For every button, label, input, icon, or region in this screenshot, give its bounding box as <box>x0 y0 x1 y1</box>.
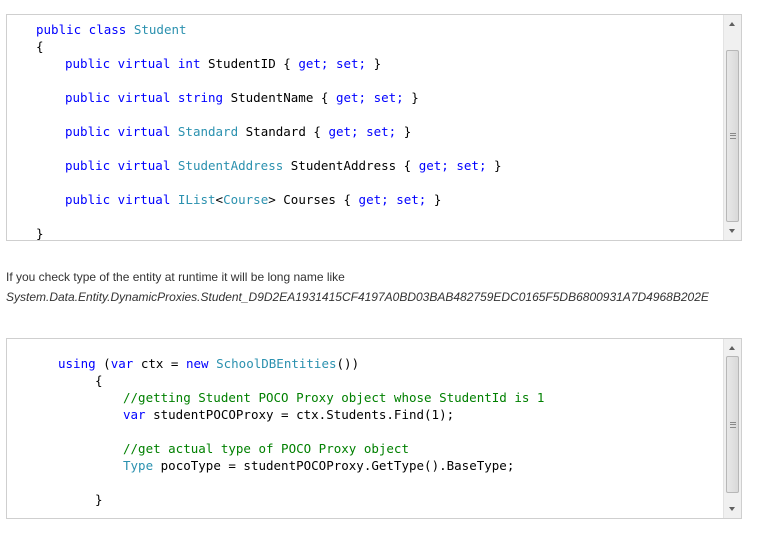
type-name: SchoolDBEntities <box>216 356 337 371</box>
code-text: Courses { <box>283 192 352 207</box>
keyword: var <box>110 356 134 371</box>
type-name: Type <box>123 458 154 473</box>
code-text: > <box>268 192 276 207</box>
scroll-up-arrow-icon[interactable] <box>724 15 741 32</box>
keyword: public virtual <box>65 124 171 139</box>
code-text: studentPOCOProxy = ctx.Students.Find(1); <box>153 407 455 422</box>
code-box-using-block[interactable]: using (var ctx = new SchoolDBEntities())… <box>6 338 742 519</box>
keyword: using <box>58 356 96 371</box>
code-line: Type pocoType = studentPOCOProxy.GetType… <box>123 458 514 473</box>
code-line: } <box>95 492 103 507</box>
code-line: public class Student <box>36 22 187 37</box>
keyword: set; <box>373 90 404 105</box>
code-line: { <box>95 373 103 388</box>
code-line: } <box>36 226 44 241</box>
code-text: pocoType = studentPOCOProxy.GetType().Ba… <box>160 458 515 473</box>
keyword: string <box>177 90 224 105</box>
keyword: set; <box>396 192 427 207</box>
code-text: < <box>215 192 224 207</box>
type-name: StudentAddress <box>177 158 284 173</box>
scroll-up-arrow-icon[interactable] <box>724 339 741 356</box>
keyword: get; <box>335 90 367 105</box>
code-content: public class Student { public virtual in… <box>7 15 722 241</box>
code-text: } <box>403 124 412 139</box>
keyword: get; <box>358 192 389 207</box>
code-line: using (var ctx = new SchoolDBEntities()) <box>58 356 359 371</box>
keyword: get; <box>328 124 359 139</box>
code-text: } <box>411 90 419 105</box>
code-text: ctx = <box>140 356 179 371</box>
scrollbar-thumb[interactable] <box>726 356 739 493</box>
prose-text: If you check type of the entity at runti… <box>6 270 345 284</box>
code-line: { <box>36 39 44 54</box>
keyword: set; <box>335 56 367 71</box>
code-text: StudentName { <box>230 90 329 105</box>
keyword: get; <box>418 158 449 173</box>
keyword: get; <box>298 56 329 71</box>
code-text: } <box>373 56 382 71</box>
scroll-down-arrow-icon[interactable] <box>724 223 741 240</box>
code-comment: //get actual type of POCO Proxy object <box>123 441 409 456</box>
code-line: public virtual Standard Standard { get; … <box>65 124 411 139</box>
code-text: ( <box>103 356 111 371</box>
scrollbar-thumb[interactable] <box>726 50 739 222</box>
keyword: var <box>123 407 146 422</box>
grip-icon <box>730 133 736 139</box>
code-comment: //getting Student POCO Proxy object whos… <box>123 390 545 405</box>
code-line: var studentPOCOProxy = ctx.Students.Find… <box>123 407 454 422</box>
keyword: new <box>185 356 209 371</box>
code-line: public virtual string StudentName { get;… <box>65 90 419 105</box>
code-line: public virtual int StudentID { get; set;… <box>65 56 381 71</box>
code-text: Standard { <box>245 124 321 139</box>
type-name: Course <box>223 192 269 207</box>
code-text: ()) <box>336 356 360 371</box>
code-text: } <box>433 192 442 207</box>
keyword: public virtual <box>65 56 171 71</box>
keyword: public virtual <box>65 90 171 105</box>
scroll-down-arrow-icon[interactable] <box>724 501 741 518</box>
code-content: using (var ctx = new SchoolDBEntities())… <box>7 339 722 518</box>
code-box-student-class[interactable]: public class Student { public virtual in… <box>6 14 742 241</box>
code-text: StudentID { <box>208 56 291 71</box>
keyword: set; <box>366 124 397 139</box>
code-text: } <box>494 158 502 173</box>
keyword: public virtual <box>65 158 171 173</box>
type-name: Standard <box>177 124 239 139</box>
code-line: public virtual IList<Course> Courses { g… <box>65 192 441 207</box>
keyword: int <box>177 56 201 71</box>
keyword: public virtual <box>65 192 171 207</box>
vertical-scrollbar[interactable] <box>723 15 741 240</box>
code-line: public virtual StudentAddress StudentAdd… <box>65 158 502 173</box>
vertical-scrollbar[interactable] <box>723 339 741 518</box>
proxy-type-name: System.Data.Entity.DynamicProxies.Studen… <box>6 290 709 304</box>
keyword: set; <box>456 158 487 173</box>
keyword: public class <box>36 22 127 37</box>
grip-icon <box>730 421 736 428</box>
type-name: Student <box>133 22 187 37</box>
type-name: IList <box>177 192 216 207</box>
code-text: StudentAddress { <box>290 158 412 173</box>
